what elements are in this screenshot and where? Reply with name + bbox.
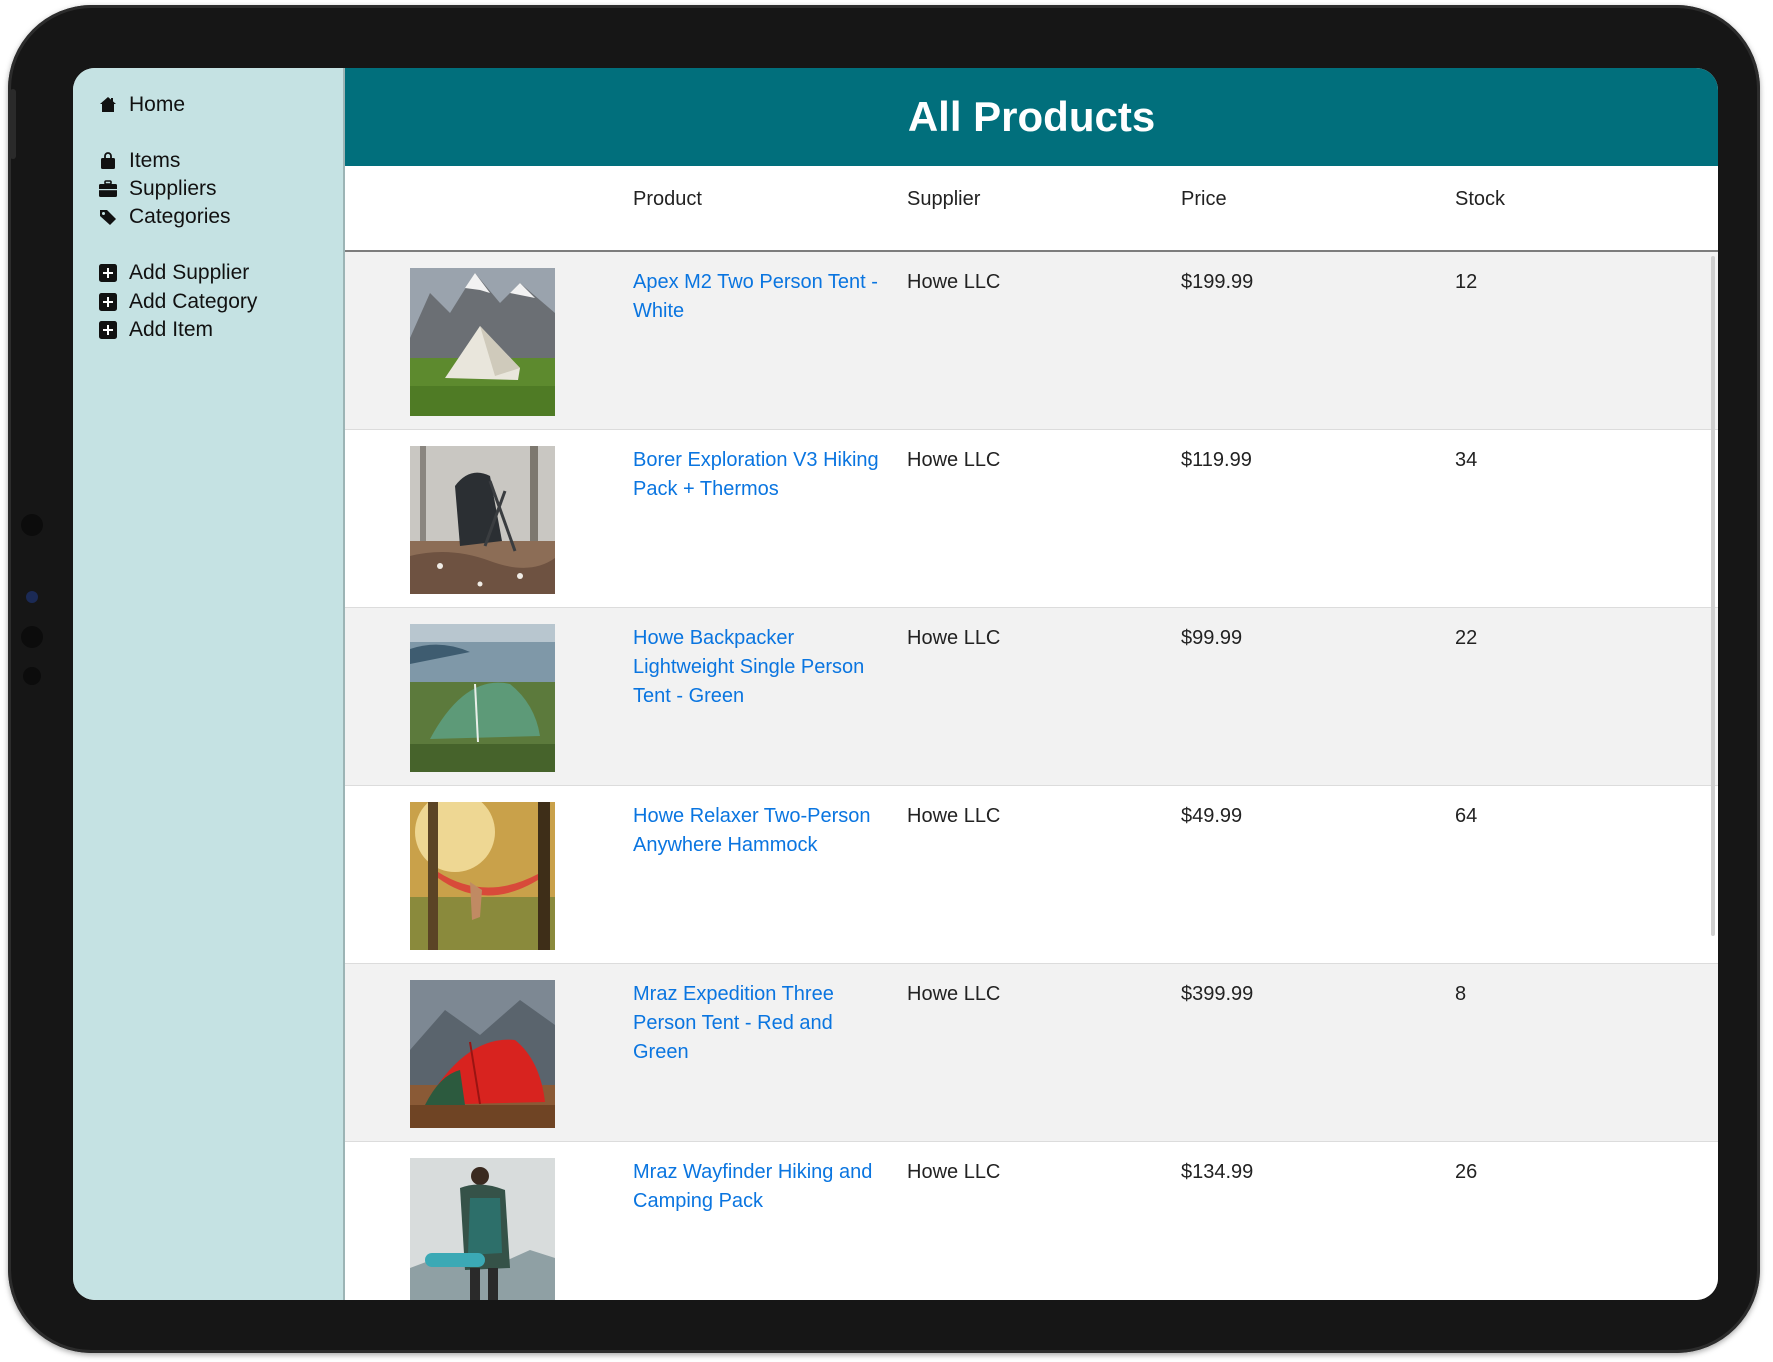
sidebar-item-home[interactable]: Home	[97, 90, 185, 120]
plus-square-icon	[97, 262, 119, 284]
column-header-product: Product	[633, 188, 702, 210]
product-image-green-tent	[410, 624, 555, 772]
product-link[interactable]: Howe Relaxer Two-Person Anywhere Hammock	[633, 802, 883, 860]
supplier-cell: Howe LLC	[907, 805, 1001, 827]
stock-cell: 8	[1455, 983, 1467, 1005]
supplier-cell: Howe LLC	[907, 1161, 1001, 1183]
stock-cell: 64	[1455, 805, 1478, 827]
sidebar-item-label: Categories	[129, 205, 231, 228]
sidebar-item-suppliers[interactable]: Suppliers	[97, 174, 217, 204]
column-header-stock: Stock	[1455, 188, 1506, 210]
price-cell: $399.99	[1181, 983, 1254, 1005]
home-icon	[97, 94, 119, 116]
product-image-white-tent	[410, 268, 555, 416]
sidebar-item-add-supplier[interactable]: Add Supplier	[97, 258, 249, 288]
stock-cell: 26	[1455, 1161, 1478, 1183]
supplier-cell: Howe LLC	[907, 627, 1001, 649]
column-header-price: Price	[1181, 188, 1227, 210]
price-cell: $119.99	[1181, 449, 1252, 471]
screen: Home Items Suppliers Categories Add Supp…	[73, 68, 1718, 1300]
shopping-bag-icon	[97, 150, 119, 172]
table-row: Apex M2 Two Person Tent - White Howe LLC…	[345, 252, 1718, 430]
page-header: All Products	[345, 68, 1718, 166]
plus-square-icon	[97, 291, 119, 313]
briefcase-icon	[97, 178, 119, 200]
table-row: Borer Exploration V3 Hiking Pack + Therm…	[345, 430, 1718, 608]
sensor-dot	[21, 626, 43, 648]
hardware-side-button	[10, 89, 16, 159]
price-cell: $49.99	[1181, 805, 1243, 827]
sidebar-item-add-category[interactable]: Add Category	[97, 287, 257, 317]
supplier-cell: Howe LLC	[907, 449, 1001, 471]
price-cell: $99.99	[1181, 627, 1243, 649]
product-link[interactable]: Apex M2 Two Person Tent - White	[633, 268, 883, 326]
table-row: Mraz Wayfinder Hiking and Camping Pack H…	[345, 1142, 1718, 1300]
sensor-dot	[21, 514, 43, 536]
sidebar-item-categories[interactable]: Categories	[97, 202, 231, 232]
sidebar-item-label: Add Item	[129, 318, 214, 341]
sidebar-item-label: Home	[129, 93, 186, 116]
product-image-hiking-pack	[410, 446, 555, 594]
product-image-hammock	[410, 802, 555, 950]
price-cell: $199.99	[1181, 271, 1254, 293]
tablet-frame: Home Items Suppliers Categories Add Supp…	[8, 5, 1760, 1353]
sidebar-item-label: Items	[129, 149, 181, 172]
supplier-cell: Howe LLC	[907, 271, 1001, 293]
product-link[interactable]: Howe Backpacker Lightweight Single Perso…	[633, 624, 883, 711]
sidebar-item-label: Suppliers	[129, 177, 217, 200]
tag-icon	[97, 206, 119, 228]
product-image-hiker	[410, 1158, 555, 1300]
camera-icon	[26, 591, 38, 603]
table-header: Product Supplier Price Stock	[345, 166, 1718, 252]
price-cell: $134.99	[1181, 1161, 1254, 1183]
product-link[interactable]: Mraz Wayfinder Hiking and Camping Pack	[633, 1158, 883, 1216]
sidebar-item-items[interactable]: Items	[97, 146, 180, 176]
table-row: Howe Backpacker Lightweight Single Perso…	[345, 608, 1718, 786]
plus-square-icon	[97, 319, 119, 341]
scrollbar[interactable]	[1711, 256, 1715, 936]
sensor-dot	[23, 667, 41, 685]
product-image-red-tent	[410, 980, 555, 1128]
table-row: Howe Relaxer Two-Person Anywhere Hammock…	[345, 786, 1718, 964]
product-link[interactable]: Borer Exploration V3 Hiking Pack + Therm…	[633, 446, 883, 504]
supplier-cell: Howe LLC	[907, 983, 1001, 1005]
stock-cell: 12	[1455, 271, 1478, 293]
sidebar-item-label: Add Category	[129, 290, 258, 313]
main-content: All Products Product Supplier Price Stoc…	[345, 68, 1718, 1300]
stock-cell: 22	[1455, 627, 1478, 649]
sidebar-item-add-item[interactable]: Add Item	[97, 315, 213, 345]
sidebar-item-label: Add Supplier	[129, 261, 250, 284]
stock-cell: 34	[1455, 449, 1478, 471]
product-link[interactable]: Mraz Expedition Three Person Tent - Red …	[633, 980, 883, 1067]
page-title: All Products	[907, 93, 1156, 140]
table-row: Mraz Expedition Three Person Tent - Red …	[345, 964, 1718, 1142]
column-header-supplier: Supplier	[907, 188, 981, 210]
sidebar: Home Items Suppliers Categories Add Supp…	[73, 68, 345, 1300]
